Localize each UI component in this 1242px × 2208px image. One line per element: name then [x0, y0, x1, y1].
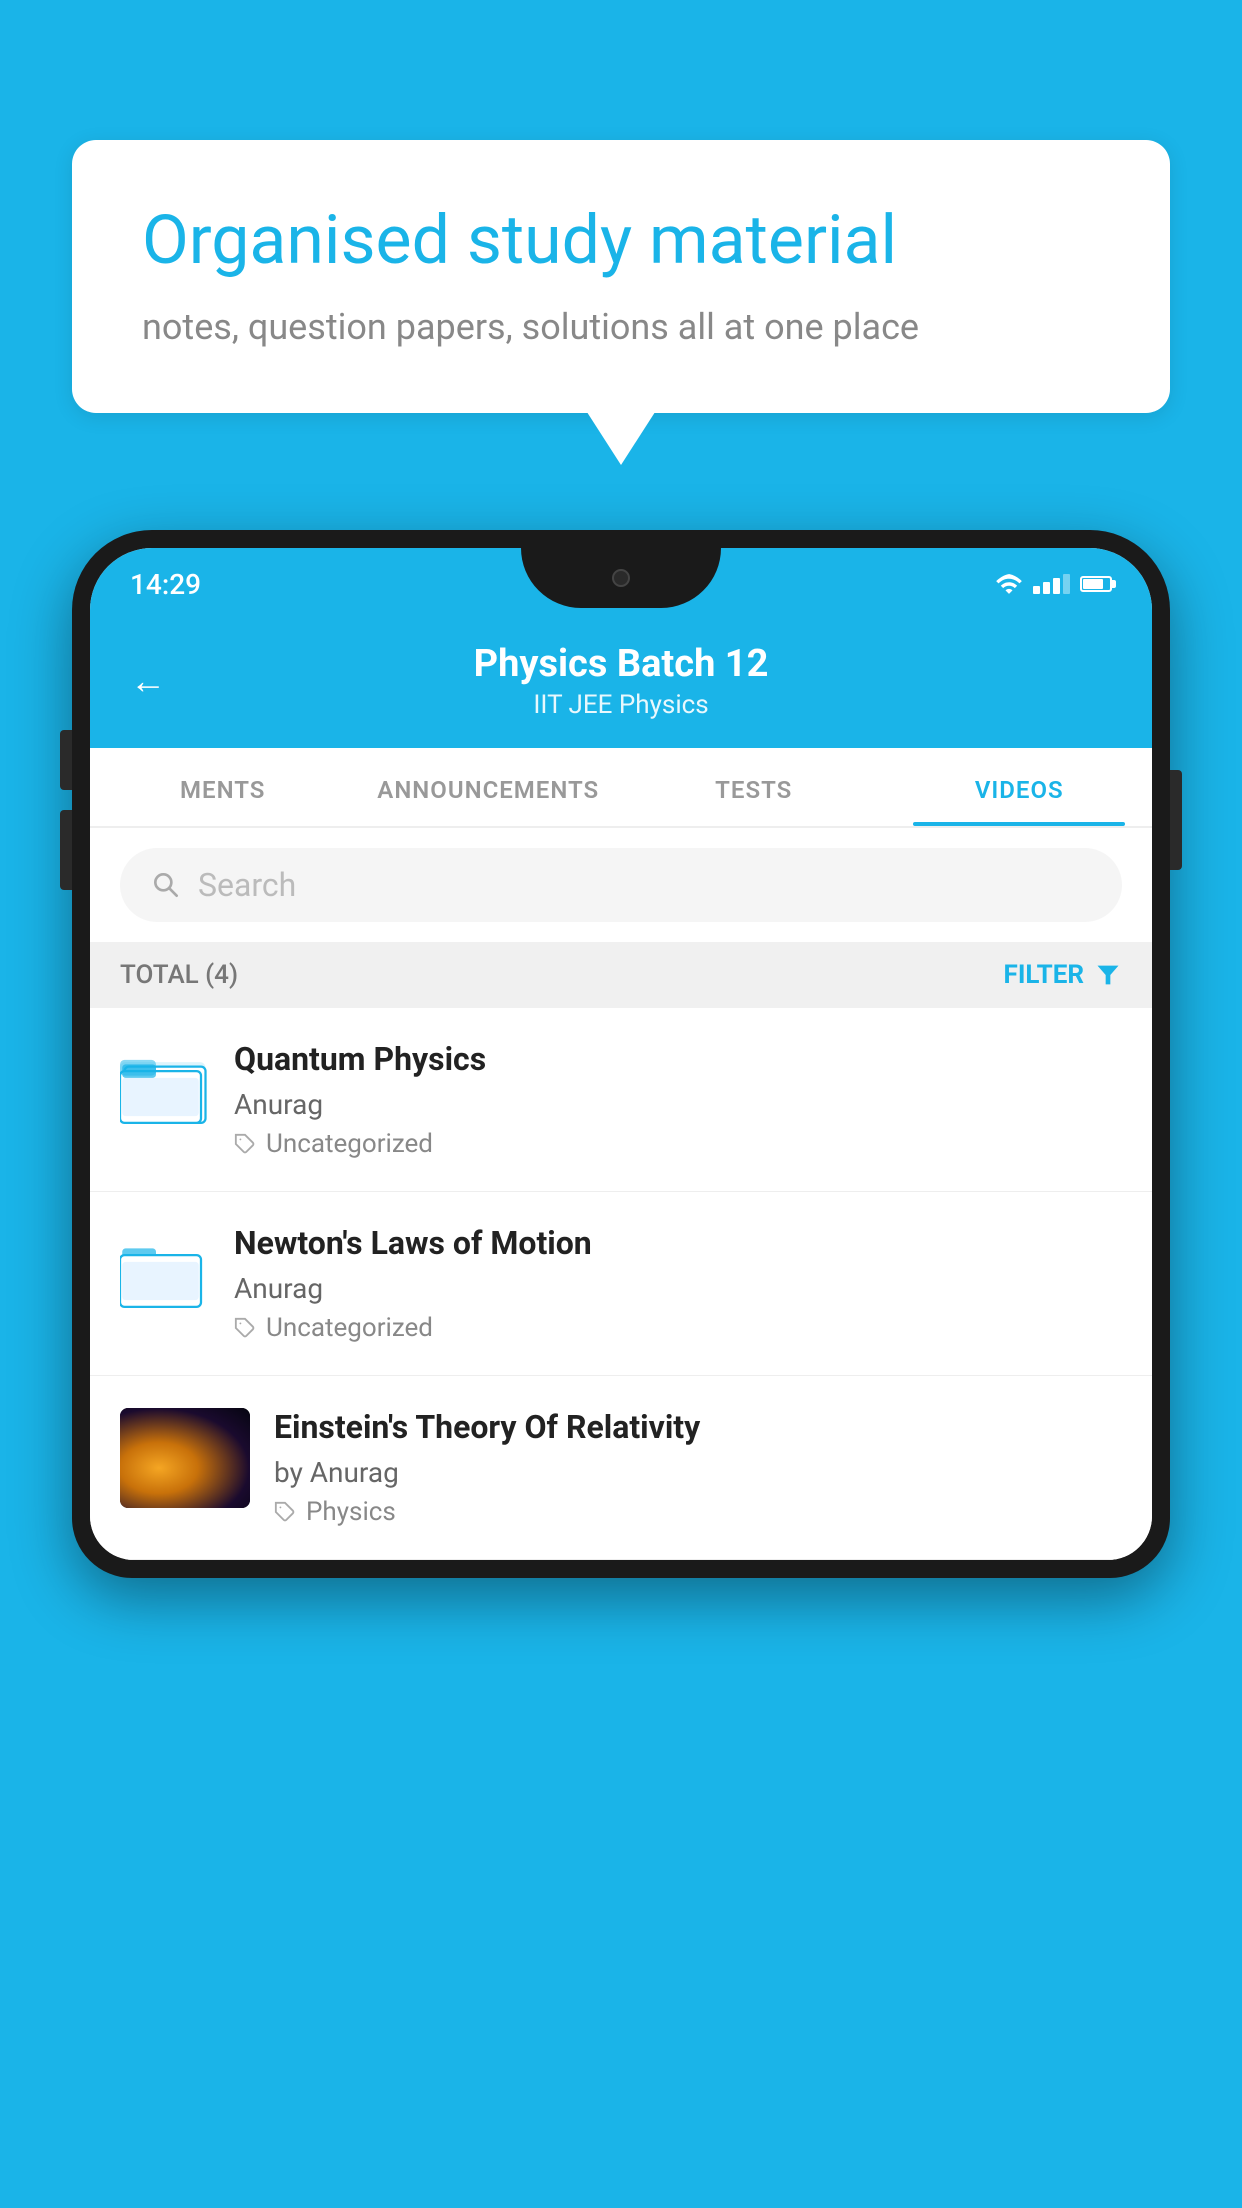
camera-dot	[612, 569, 630, 587]
back-button[interactable]: ←	[130, 660, 166, 702]
filter-bar: TOTAL (4) FILTER	[90, 942, 1152, 1008]
tab-videos[interactable]: VIDEOS	[887, 748, 1153, 826]
phone-outer: 14:29	[72, 530, 1170, 1578]
filter-icon	[1094, 961, 1122, 989]
side-button-volume-up	[60, 730, 72, 790]
list-item[interactable]: Newton's Laws of Motion Anurag Uncategor…	[90, 1192, 1152, 1376]
search-bar[interactable]: Search	[120, 848, 1122, 922]
tab-announcements[interactable]: ANNOUNCEMENTS	[356, 748, 622, 826]
phone-wrapper: 14:29	[72, 530, 1170, 2208]
wifi-icon	[995, 573, 1023, 595]
video-title: Quantum Physics	[234, 1040, 1122, 1078]
folder-icon	[120, 1048, 210, 1128]
speech-bubble: Organised study material notes, question…	[72, 140, 1170, 413]
side-button-volume-down	[60, 810, 72, 890]
bubble-subtitle: notes, question papers, solutions all at…	[142, 306, 1100, 348]
tag-icon	[234, 1317, 256, 1339]
notch	[521, 548, 721, 608]
header-subtitle: IIT JEE Physics	[196, 690, 1046, 720]
signal-icon	[1033, 574, 1070, 594]
video-tag: Physics	[274, 1497, 1122, 1527]
header-title: Physics Batch 12	[196, 642, 1046, 686]
video-info: Quantum Physics Anurag Uncategorized	[234, 1040, 1122, 1159]
video-title: Einstein's Theory Of Relativity	[274, 1408, 1122, 1446]
video-thumbnail	[120, 1408, 250, 1508]
tab-ments[interactable]: MENTS	[90, 748, 356, 826]
tab-tests[interactable]: TESTS	[621, 748, 887, 826]
video-tag: Uncategorized	[234, 1313, 1122, 1343]
status-time: 14:29	[130, 568, 201, 601]
filter-button[interactable]: FILTER	[1004, 960, 1122, 990]
total-count: TOTAL (4)	[120, 960, 238, 990]
space-background	[120, 1408, 250, 1508]
video-info: Newton's Laws of Motion Anurag Uncategor…	[234, 1224, 1122, 1343]
search-icon	[150, 869, 182, 901]
video-tag: Uncategorized	[234, 1129, 1122, 1159]
folder-icon	[120, 1232, 210, 1312]
video-author: by Anurag	[274, 1456, 1122, 1489]
side-button-power	[1170, 770, 1182, 870]
tabs-bar: MENTS ANNOUNCEMENTS TESTS VIDEOS	[90, 748, 1152, 828]
search-placeholder: Search	[198, 866, 296, 904]
video-author: Anurag	[234, 1088, 1122, 1121]
video-author: Anurag	[234, 1272, 1122, 1305]
status-icons	[995, 573, 1112, 595]
video-list: Quantum Physics Anurag Uncategorized	[90, 1008, 1152, 1560]
list-item[interactable]: Einstein's Theory Of Relativity by Anura…	[90, 1376, 1152, 1560]
video-info: Einstein's Theory Of Relativity by Anura…	[274, 1408, 1122, 1527]
list-item[interactable]: Quantum Physics Anurag Uncategorized	[90, 1008, 1152, 1192]
video-title: Newton's Laws of Motion	[234, 1224, 1122, 1262]
status-bar: 14:29	[90, 548, 1152, 620]
filter-label: FILTER	[1004, 960, 1084, 990]
speech-bubble-container: Organised study material notes, question…	[72, 140, 1170, 413]
tag-icon	[274, 1501, 296, 1523]
battery-icon	[1080, 576, 1112, 592]
tag-icon	[234, 1133, 256, 1155]
phone-screen: 14:29	[90, 548, 1152, 1560]
bubble-title: Organised study material	[142, 200, 1100, 282]
header-title-block: Physics Batch 12 IIT JEE Physics	[196, 642, 1046, 720]
search-container: Search	[90, 828, 1152, 942]
app-header: ← Physics Batch 12 IIT JEE Physics	[90, 620, 1152, 748]
